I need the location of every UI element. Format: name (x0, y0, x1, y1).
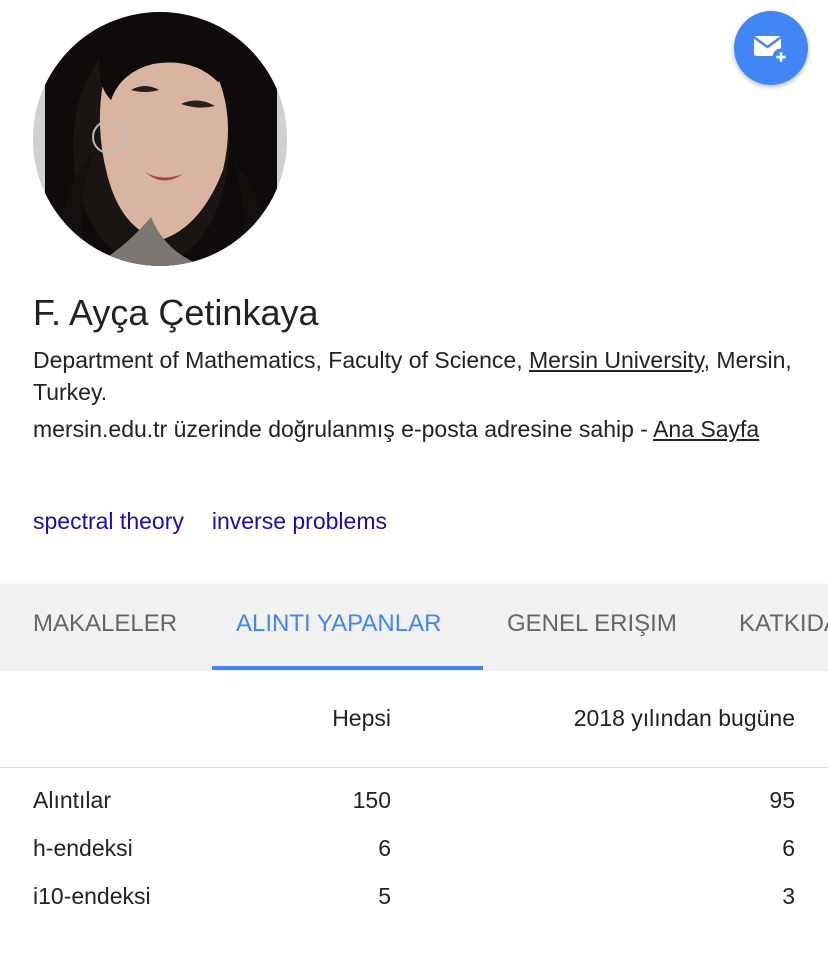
column-header-since: 2018 yılından bugüne (573, 705, 795, 731)
homepage-link[interactable]: Ana Sayfa (653, 416, 759, 442)
tab-co-authors[interactable]: KATKIDA (739, 583, 828, 671)
profile-photo-image (33, 12, 287, 266)
verified-email-text: mersin.edu.tr üzerinde doğrulanmış e-pos… (33, 416, 654, 442)
profile-photo (33, 12, 287, 266)
metric-value-all: 6 (378, 835, 391, 861)
tab-cited-by[interactable]: ALINTI YAPANLAR (236, 583, 441, 671)
affiliation-text: Department of Mathematics, Faculty of Sc… (33, 347, 529, 373)
verified-email: mersin.edu.tr üzerinde doğrulanmış e-pos… (33, 413, 803, 445)
affiliation: Department of Mathematics, Faculty of Sc… (33, 344, 793, 408)
tab-bar: MAKALELER ALINTI YAPANLAR GENEL ERIŞIM K… (0, 583, 828, 671)
metric-value-all: 150 (352, 787, 391, 813)
metric-value-all: 5 (378, 883, 391, 909)
table-divider (0, 767, 828, 768)
active-tab-indicator (212, 666, 483, 670)
university-link[interactable]: Mersin University (529, 347, 704, 373)
profile-name: F. Ayça Çetinkaya (33, 292, 319, 333)
metric-value-since: 95 (769, 787, 795, 813)
metric-value-since: 6 (782, 835, 795, 861)
interest-link[interactable]: spectral theory (33, 508, 184, 534)
metric-label-i10-index: i10-endeksi (33, 883, 151, 909)
research-interests: spectral theory inverse problems (33, 508, 415, 535)
interest-link[interactable]: inverse problems (212, 508, 387, 534)
column-header-all: Hepsi (332, 705, 391, 731)
mail-plus-icon (753, 36, 790, 66)
tab-public-access[interactable]: GENEL ERIŞIM (507, 583, 677, 671)
tab-articles[interactable]: MAKALELER (33, 583, 177, 671)
metric-value-since: 3 (782, 883, 795, 909)
metric-label-citations: Alıntılar (33, 787, 111, 813)
metric-label-h-index: h-endeksi (33, 835, 133, 861)
follow-email-button[interactable] (734, 11, 808, 85)
